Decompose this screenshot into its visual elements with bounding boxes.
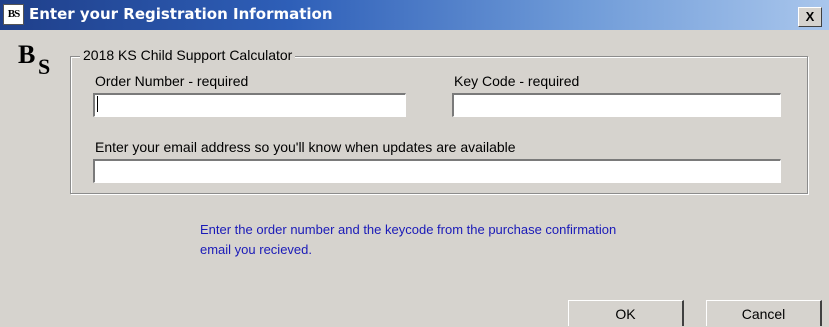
text-caret <box>97 96 98 112</box>
key-code-label: Key Code - required <box>454 73 580 89</box>
close-button[interactable]: X <box>798 7 822 27</box>
email-label: Enter your email address so you'll know … <box>95 139 516 155</box>
order-number-input[interactable] <box>93 93 406 117</box>
info-line-2: email you recieved. <box>200 242 312 257</box>
ok-button[interactable]: OK <box>568 300 684 326</box>
info-line-1: Enter the order number and the keycode f… <box>200 222 617 237</box>
cancel-button[interactable]: Cancel <box>706 300 822 326</box>
app-icon: BS <box>3 4 24 25</box>
email-input[interactable] <box>93 159 781 183</box>
window-title: Enter your Registration Information <box>29 5 333 23</box>
logo-letter-b: B <box>18 40 36 69</box>
key-code-input[interactable] <box>452 93 781 117</box>
bs-logo: B S <box>18 40 60 80</box>
title-bar: BS Enter your Registration Information X <box>0 0 829 30</box>
order-number-label: Order Number - required <box>95 73 249 89</box>
logo-letter-s: S <box>38 54 51 79</box>
groupbox-label: 2018 KS Child Support Calculator <box>80 47 296 63</box>
info-message: Enter the order number and the keycode f… <box>200 220 720 260</box>
